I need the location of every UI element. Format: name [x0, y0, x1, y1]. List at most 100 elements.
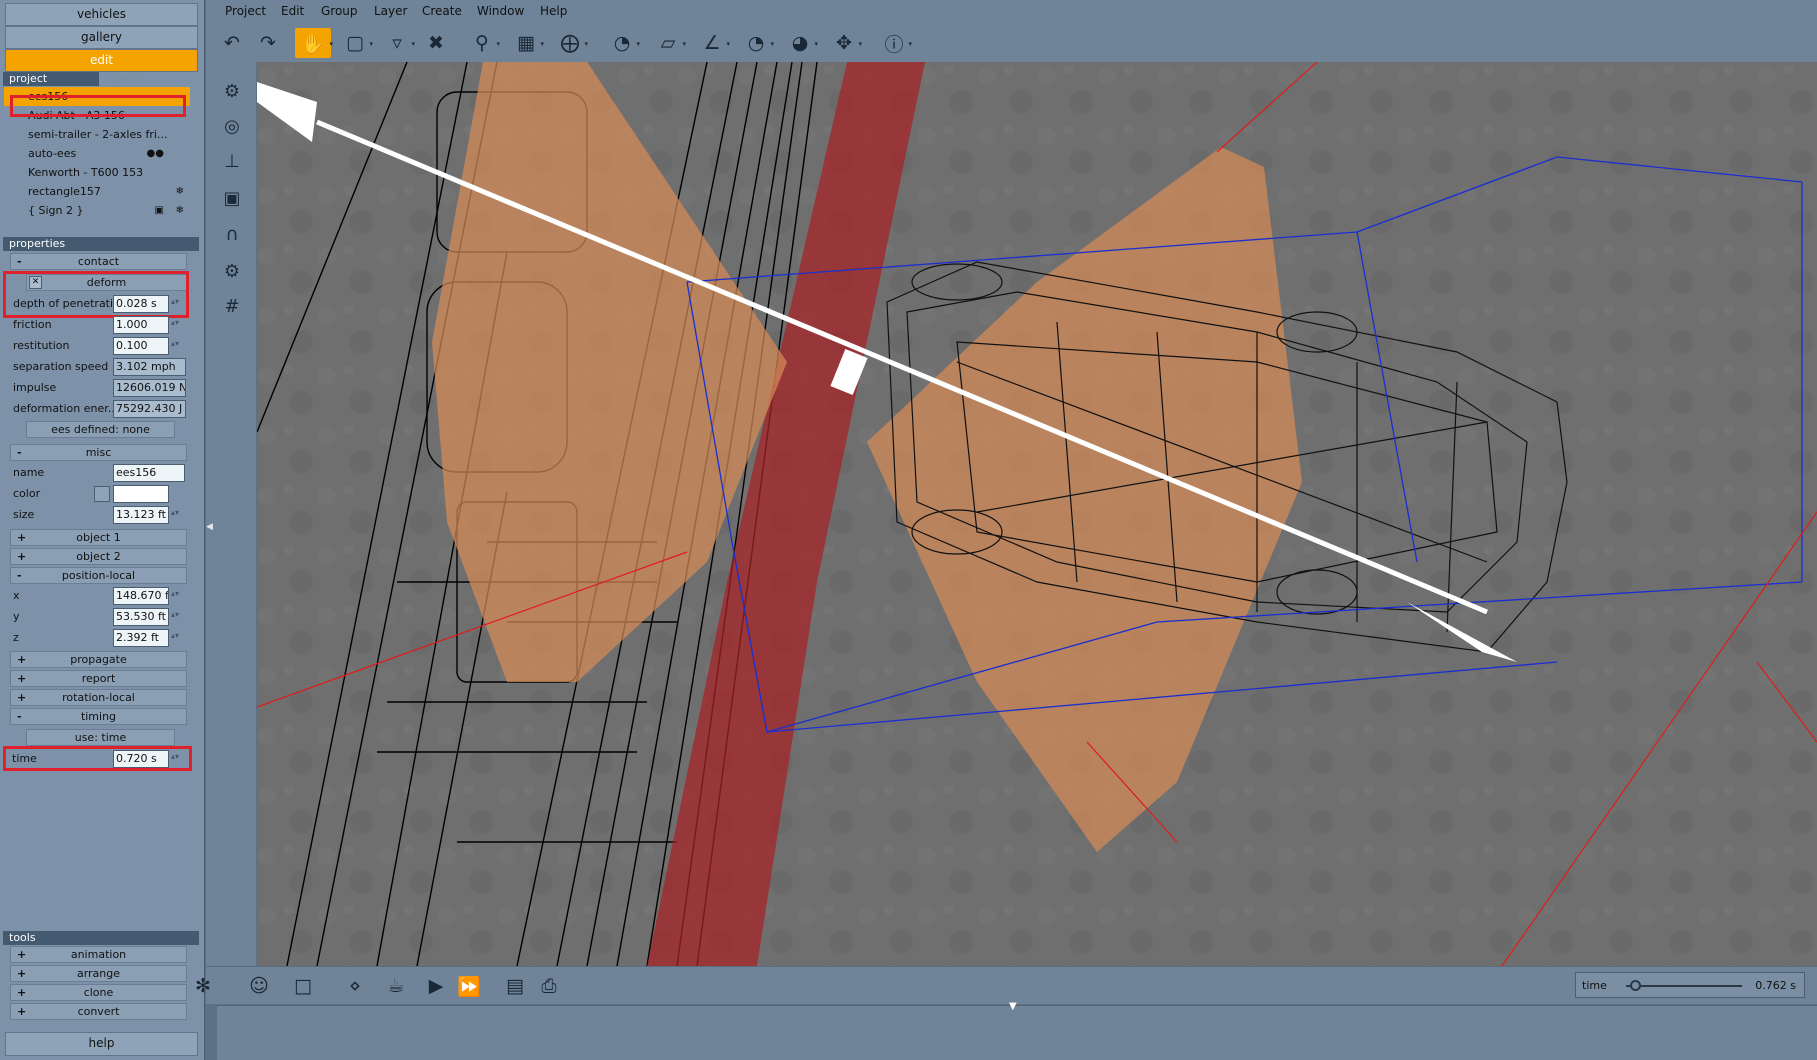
spinner-icon[interactable]: ▴▾	[171, 508, 183, 522]
spinner-icon[interactable]: ▴▾	[171, 610, 183, 624]
tool-arrange[interactable]: + arrange	[10, 965, 187, 982]
camera-icon[interactable]: ⚙	[218, 77, 246, 105]
meter-icon[interactable]: ◕ ▾	[784, 28, 818, 58]
menu-layer[interactable]: Layer	[374, 4, 407, 18]
wand-icon[interactable]: ✥ ▾	[828, 28, 862, 58]
tab-project[interactable]: project	[3, 72, 99, 86]
report-section[interactable]: + report	[10, 670, 187, 687]
section-label: object 2	[76, 550, 121, 563]
gallery-button[interactable]: gallery	[5, 26, 198, 49]
help-icon[interactable]: ⓘ ▾	[878, 28, 912, 58]
rotation-local-section[interactable]: + rotation-local	[10, 689, 187, 706]
zoom-icon[interactable]: ⚲ ▾	[466, 28, 500, 58]
vehicles-button[interactable]: vehicles	[5, 3, 198, 26]
friction-row: friction 1.000 ▴▾	[10, 315, 190, 335]
tool-convert[interactable]: + convert	[10, 1003, 187, 1020]
photo-icon[interactable]: ▣	[218, 184, 246, 212]
object1-section[interactable]: + object 1	[10, 529, 187, 546]
magnet-icon[interactable]: ∩	[218, 220, 246, 248]
hand-pan-icon[interactable]: ✋ ▾	[295, 28, 333, 58]
object2-section[interactable]: + object 2	[10, 548, 187, 565]
y-field[interactable]: 53.530 ft	[113, 608, 169, 626]
time-slider[interactable]: time 0.762 s	[1575, 972, 1805, 998]
contact-section[interactable]: - contact	[10, 253, 187, 270]
spinner-icon[interactable]: ▴▾	[171, 631, 183, 645]
tree-item-rectangle157[interactable]: rectangle157 ❄	[4, 182, 190, 201]
restitution-field[interactable]: 0.100	[113, 337, 169, 355]
collapse-panel-arrow-icon[interactable]: ◀	[206, 522, 213, 532]
help-button[interactable]: help	[5, 1032, 198, 1056]
delete-icon[interactable]: ✖	[420, 28, 452, 58]
gear-icon[interactable]: ⚙	[218, 257, 246, 285]
snowflake-icon[interactable]: ❄	[176, 201, 184, 220]
expand-panel-arrow-icon[interactable]: ▼	[1009, 1001, 1017, 1012]
ruler-icon[interactable]: ▱ ▾	[652, 28, 686, 58]
section-label: timing	[80, 710, 117, 723]
target-icon[interactable]: ◎	[218, 112, 246, 140]
field-label: friction	[13, 318, 52, 331]
filter-icon[interactable]: ▿ ▾	[381, 28, 415, 58]
color-picker-button[interactable]	[94, 486, 110, 502]
use-time-button[interactable]: use: time	[26, 729, 175, 746]
tree-item-auto-ees[interactable]: auto-ees ●●	[4, 144, 190, 163]
menu-window[interactable]: Window	[477, 4, 524, 18]
spinner-icon[interactable]: ▴▾	[171, 589, 183, 603]
snowflake-icon[interactable]: ❄	[176, 182, 184, 201]
rectangle-select-icon[interactable]: ▢ ▾	[339, 28, 373, 58]
play-icon[interactable]: ▶	[421, 972, 451, 1000]
size-field[interactable]: 13.123 ft	[113, 506, 169, 524]
move-target-icon[interactable]: ⨁ ▾	[554, 28, 589, 58]
edit-button[interactable]: edit	[5, 49, 198, 72]
x-field[interactable]: 148.670 ft	[113, 587, 169, 605]
square-icon[interactable]: □	[288, 972, 318, 1000]
menu-create[interactable]: Create	[422, 4, 462, 18]
color-swatch[interactable]	[113, 485, 169, 503]
friction-field[interactable]: 1.000	[113, 316, 169, 334]
head-icon[interactable]: ☺	[244, 972, 274, 1000]
expand-icon: +	[17, 967, 27, 980]
position-local-section[interactable]: - position-local	[10, 567, 187, 584]
time-slider-knob[interactable]	[1630, 980, 1642, 991]
menu-help[interactable]: Help	[540, 4, 567, 18]
name-field[interactable]: ees156	[113, 464, 185, 482]
menu-project[interactable]: Project	[225, 4, 266, 18]
tool-animation[interactable]: + animation	[10, 946, 187, 963]
gauge-icon[interactable]: ◔ ▾	[606, 28, 640, 58]
folder-icon[interactable]: ▣	[155, 201, 164, 220]
tree-item-kenworth[interactable]: Kenworth - T600 153	[4, 163, 190, 182]
graph-icon[interactable]: ⋄	[340, 972, 370, 1000]
menu-group[interactable]: Group	[321, 4, 358, 18]
tree-item-sign2[interactable]: { Sign 2 } ▣ ❄	[4, 201, 190, 220]
spinner-icon[interactable]: ▴▾	[171, 318, 183, 332]
cube-view-icon[interactable]: ▦ ▾	[510, 28, 544, 58]
propagate-section[interactable]: + propagate	[10, 651, 187, 668]
axes-icon[interactable]: ⊥	[218, 147, 246, 175]
document-icon[interactable]: ▤	[500, 972, 530, 1000]
teapot-icon[interactable]: ☕	[381, 972, 411, 1000]
z-field[interactable]: 2.392 ft	[113, 629, 169, 647]
timing-section[interactable]: - timing	[10, 708, 187, 725]
left-panel: vehicles gallery edit project layers ees…	[0, 0, 205, 1060]
scene-canvas	[257, 62, 1817, 966]
ees-defined-button[interactable]: ees defined: none	[26, 421, 175, 438]
tool-clone[interactable]: + clone	[10, 984, 187, 1001]
tree-item-label: rectangle157	[28, 185, 101, 198]
redo-icon[interactable]: ↷	[252, 28, 284, 58]
x-row: x 148.670 ft ▴▾	[10, 586, 190, 606]
grid-icon[interactable]: #	[218, 292, 246, 320]
sphere-icon[interactable]: ✻	[188, 972, 218, 1000]
misc-section[interactable]: - misc	[10, 444, 187, 461]
section-label: arrange	[76, 967, 121, 980]
time-slider-track[interactable]	[1626, 985, 1742, 987]
menu-edit[interactable]: Edit	[281, 4, 304, 18]
tree-item-semi-trailer[interactable]: semi-trailer - 2-axles fri...	[4, 125, 190, 144]
spinner-icon[interactable]: ▴▾	[171, 339, 183, 353]
3d-viewport[interactable]	[257, 62, 1817, 966]
tree-item-label: auto-ees	[28, 147, 77, 160]
tab-layers[interactable]: layers	[100, 72, 192, 86]
speed-icon[interactable]: ◔ ▾	[740, 28, 774, 58]
undo-icon[interactable]: ↶	[216, 28, 248, 58]
print-icon[interactable]: ⎙	[534, 972, 564, 1000]
step-icon[interactable]: ⏩	[454, 972, 484, 1000]
angle-icon[interactable]: ∠ ▾	[696, 28, 730, 58]
